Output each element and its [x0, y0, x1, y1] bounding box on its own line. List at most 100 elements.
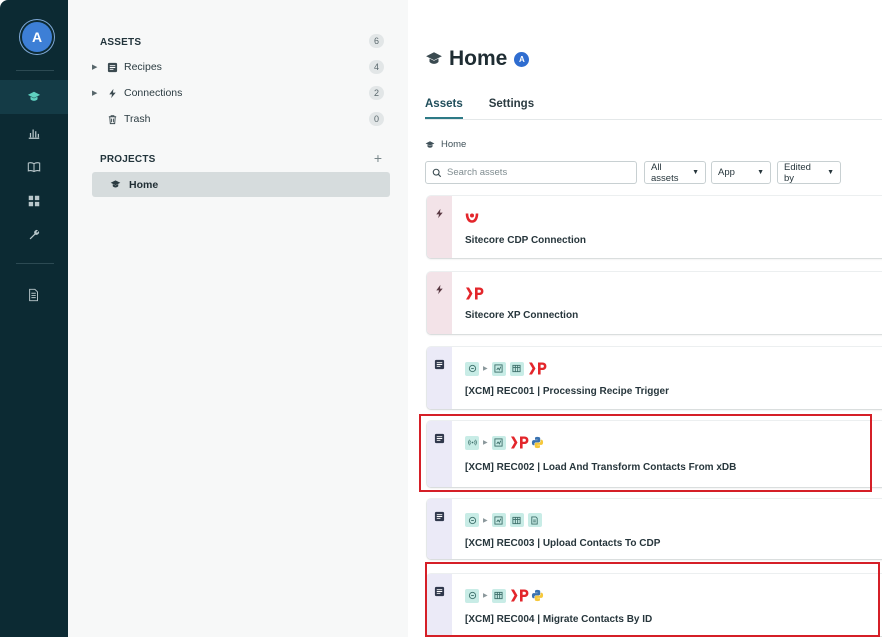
- trash-count-badge: 0: [369, 112, 384, 126]
- user-avatar[interactable]: A: [22, 22, 52, 52]
- lightning-icon: [104, 88, 120, 99]
- arrow-right-icon: ▶: [483, 366, 488, 372]
- card-app-icons: ▶: [465, 513, 546, 527]
- project-item-label: Home: [129, 178, 159, 191]
- owner-badge: A: [514, 51, 530, 67]
- chevron-down-icon: ▼: [757, 169, 764, 176]
- card-app-icons: ▶: [465, 435, 544, 450]
- filter-label: App: [718, 167, 735, 178]
- rail-item-docs[interactable]: [0, 150, 68, 184]
- table-icon: [509, 513, 524, 527]
- breadcrumb-home[interactable]: Home: [441, 139, 466, 150]
- main-content: Home A Assets Settings Home All assets▼ …: [408, 0, 882, 637]
- recipe-icon: [434, 586, 445, 597]
- caret-right-icon[interactable]: ▶: [92, 89, 104, 97]
- file-icon: [527, 513, 542, 527]
- assets-count-badge: 6: [369, 34, 384, 48]
- card-type-strip: [427, 574, 452, 636]
- filter-app[interactable]: App ▼: [711, 161, 771, 184]
- breadcrumb: Home: [425, 139, 466, 150]
- wrench-icon: [29, 229, 40, 240]
- lightning-icon: [436, 208, 443, 219]
- page-title: Home A: [425, 47, 530, 71]
- sidebar-item-trash[interactable]: Trash: [92, 106, 392, 132]
- asset-card[interactable]: Sitecore XP Connection: [427, 272, 882, 334]
- bar-chart-icon: [28, 129, 40, 139]
- sitecore-cdp-logo-icon: [465, 213, 479, 223]
- webhook-signal-icon: [465, 435, 479, 450]
- tab-bar: Assets Settings: [425, 98, 560, 119]
- card-type-strip: [427, 196, 452, 258]
- card-name: Sitecore XP Connection: [465, 310, 579, 321]
- filter-edited-by[interactable]: Edited by ▼: [777, 161, 841, 184]
- card-name: [XCM] REC002 | Load And Transform Contac…: [465, 462, 737, 473]
- trigger-icon: [465, 588, 479, 603]
- card-type-strip: [427, 347, 452, 409]
- variables-icon: [491, 513, 506, 527]
- caret-right-icon[interactable]: ▶: [92, 63, 104, 71]
- assets-heading: ASSETS: [100, 37, 142, 48]
- book-icon: [27, 162, 41, 173]
- sidebar-item-connections[interactable]: ▶ Connections: [92, 80, 392, 106]
- recipe-icon: [104, 62, 120, 73]
- card-name: [XCM] REC001 | Processing Recipe Trigger: [465, 386, 669, 397]
- card-app-icons: ▶: [465, 361, 548, 376]
- rail-item-tools[interactable]: [0, 218, 68, 252]
- sitecore-xp-logo-icon: [528, 362, 547, 375]
- card-type-strip: [427, 272, 452, 334]
- grid-icon: [28, 195, 40, 207]
- search-box[interactable]: [425, 161, 637, 184]
- rail-item-dashboard[interactable]: [0, 116, 68, 150]
- filter-all-assets[interactable]: All assets ▼: [644, 161, 706, 184]
- sidebar-item-label: Connections: [124, 87, 183, 99]
- python-icon: [531, 589, 543, 602]
- asset-card[interactable]: ▶ [XCM] REC004 | Migrate Contacts By ID: [427, 574, 882, 636]
- recipe-icon: [434, 433, 445, 444]
- card-app-icons: [465, 210, 479, 224]
- asset-card[interactable]: ▶ [XCM] REC001 | Processing Recipe Trigg…: [427, 347, 882, 409]
- filter-label: All assets: [651, 161, 679, 184]
- search-icon: [432, 168, 442, 177]
- recipe-icon: [434, 359, 445, 370]
- sidebar-item-recipes[interactable]: ▶ Recipes: [92, 54, 392, 80]
- add-project-button[interactable]: +: [374, 150, 382, 166]
- lightning-icon: [436, 284, 443, 295]
- arrow-right-icon: ▶: [483, 440, 488, 446]
- project-item-home[interactable]: Home: [92, 172, 390, 197]
- navigation-rail: A: [0, 0, 68, 637]
- asset-card[interactable]: Sitecore CDP Connection: [427, 196, 882, 258]
- rail-item-apps[interactable]: [0, 184, 68, 218]
- tabs-divider: [425, 119, 882, 120]
- filter-label: Edited by: [784, 161, 811, 184]
- graduation-cap-icon: [27, 91, 41, 101]
- variables-icon: [491, 361, 506, 376]
- card-app-icons: ▶: [465, 588, 544, 603]
- search-input[interactable]: [447, 167, 627, 178]
- tab-assets[interactable]: Assets: [425, 98, 463, 119]
- trigger-icon: [465, 513, 479, 527]
- trash-icon: [104, 114, 120, 125]
- recipe-icon: [434, 511, 445, 522]
- card-name: [XCM] REC004 | Migrate Contacts By ID: [465, 614, 653, 625]
- sidebar-item-label: Recipes: [124, 61, 162, 73]
- rail-item-files[interactable]: [0, 278, 68, 312]
- asset-card[interactable]: ▶ [XCM] REC002 | Load And Transform Cont…: [427, 421, 882, 487]
- arrow-right-icon: ▶: [483, 517, 488, 524]
- variables-icon: [491, 435, 506, 450]
- card-name: Sitecore CDP Connection: [465, 235, 586, 246]
- graduation-cap-icon: [426, 52, 442, 64]
- rail-item-projects[interactable]: [0, 80, 68, 114]
- sidebar-item-label: Trash: [124, 113, 151, 125]
- card-type-strip: [427, 421, 452, 487]
- graduation-cap-icon: [110, 180, 121, 188]
- sitecore-xp-logo-icon: [466, 287, 484, 300]
- rail-divider: [16, 263, 54, 264]
- projects-heading: PROJECTS: [100, 154, 156, 165]
- assets-sidebar: ASSETS 6 ▶ Recipes 4 ▶ Connections 2 Tra…: [68, 0, 408, 637]
- sitecore-xp-logo-icon: [510, 589, 529, 602]
- python-icon: [531, 436, 543, 449]
- asset-card[interactable]: ▶ [XCM] REC003 | Upload Contacts To CDP: [427, 499, 882, 559]
- connections-count-badge: 2: [369, 86, 384, 100]
- arrow-right-icon: ▶: [483, 593, 488, 599]
- tab-settings[interactable]: Settings: [489, 98, 534, 119]
